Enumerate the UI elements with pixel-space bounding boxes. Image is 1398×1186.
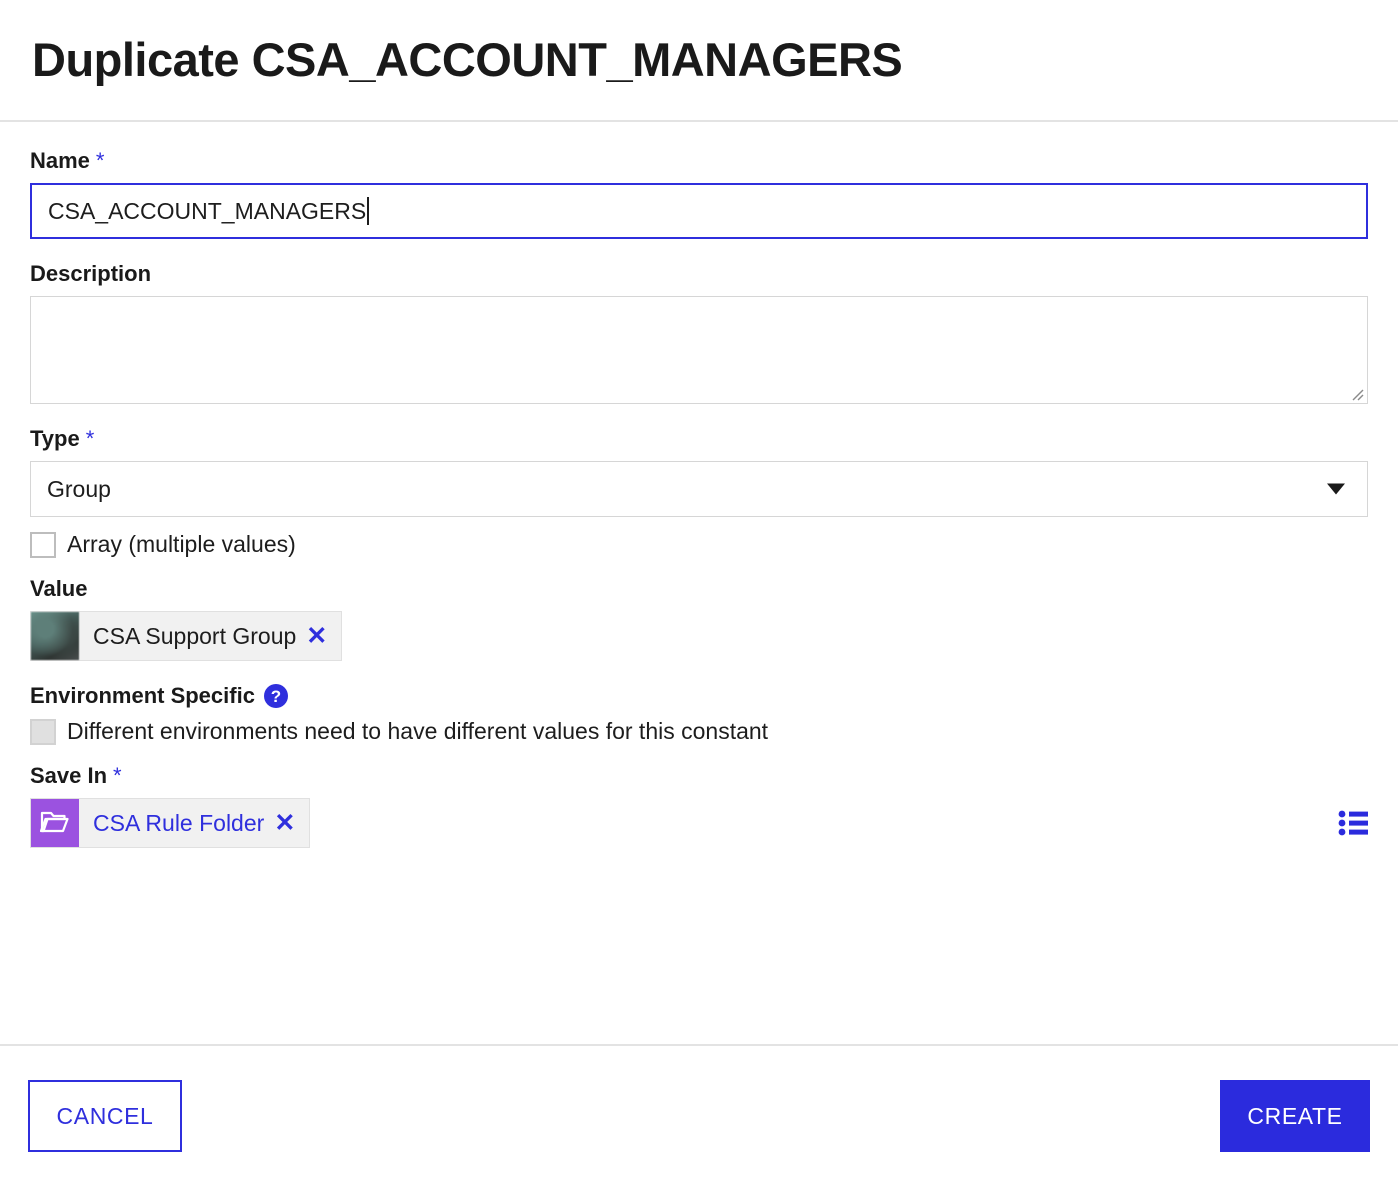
dialog-header: Duplicate CSA_ACCOUNT_MANAGERS <box>0 0 1398 122</box>
value-label-text: Value <box>30 576 88 601</box>
description-field-group: Description <box>30 261 1368 404</box>
save-in-label-text: Save In <box>30 763 108 788</box>
array-checkbox-label: Array (multiple values) <box>67 531 296 557</box>
chevron-down-icon <box>1327 483 1345 495</box>
save-in-chip[interactable]: CSA Rule Folder ✕ <box>30 798 311 848</box>
array-checkbox[interactable] <box>30 531 56 558</box>
save-in-group: Save In * CSA Rule Folder ✕ <box>30 763 1368 848</box>
environment-specific-checkbox <box>30 718 56 745</box>
help-icon[interactable]: ? <box>263 684 288 708</box>
type-selected-value: Group <box>47 475 111 502</box>
array-checkbox-row[interactable]: Array (multiple values) <box>30 531 1368 558</box>
type-label: Type * <box>30 426 1368 452</box>
text-cursor <box>367 197 370 225</box>
dialog-footer: CANCEL CREATE <box>0 1044 1398 1186</box>
page-title: Duplicate CSA_ACCOUNT_MANAGERS <box>32 33 903 87</box>
type-select[interactable]: Group <box>30 461 1368 517</box>
value-chip-label: CSA Support Group <box>93 622 297 649</box>
create-button[interactable]: CREATE <box>1220 1080 1370 1152</box>
environment-specific-checkbox-label: Different environments need to have diff… <box>67 718 769 744</box>
value-field-group: Value CSA Support Group ✕ <box>30 576 1368 665</box>
description-textarea[interactable] <box>30 296 1368 404</box>
save-in-row: CSA Rule Folder ✕ <box>30 798 1368 848</box>
close-icon[interactable]: ✕ <box>306 623 327 649</box>
environment-specific-label-text: Environment Specific <box>30 683 255 708</box>
save-in-chip-label: CSA Rule Folder <box>93 809 265 836</box>
save-in-required-asterisk: * <box>113 763 122 788</box>
description-label: Description <box>30 261 1368 287</box>
environment-specific-group: Environment Specific ? Different environ… <box>30 683 1368 745</box>
name-label: Name * <box>30 148 1368 174</box>
avatar <box>31 612 79 660</box>
type-field-group: Type * Group Array (multiple values) <box>30 426 1368 558</box>
name-label-text: Name <box>30 148 90 173</box>
save-in-label: Save In * <box>30 763 1368 789</box>
dialog-body: Name * CSA_ACCOUNT_MANAGERS Description <box>0 122 1398 1044</box>
type-required-asterisk: * <box>85 426 95 451</box>
name-required-asterisk: * <box>95 148 105 173</box>
value-chip[interactable]: CSA Support Group ✕ <box>30 611 343 661</box>
close-icon[interactable]: ✕ <box>274 810 295 836</box>
cancel-button[interactable]: CANCEL <box>28 1080 182 1152</box>
name-input[interactable]: CSA_ACCOUNT_MANAGERS <box>30 183 1368 239</box>
list-icon[interactable] <box>1338 810 1368 836</box>
value-label: Value <box>30 576 1368 602</box>
resize-handle-icon[interactable] <box>1350 387 1364 401</box>
duplicate-constant-dialog: Duplicate CSA_ACCOUNT_MANAGERS Name * CS… <box>0 0 1398 1186</box>
folder-open-icon <box>31 799 79 847</box>
environment-specific-checkbox-row: Different environments need to have diff… <box>30 718 1368 745</box>
folder-open-glyph <box>40 811 69 833</box>
type-label-text: Type <box>30 426 80 451</box>
description-label-text: Description <box>30 261 152 286</box>
environment-specific-label: Environment Specific ? <box>30 683 1368 709</box>
name-input-value: CSA_ACCOUNT_MANAGERS <box>48 197 367 224</box>
name-field-group: Name * CSA_ACCOUNT_MANAGERS <box>30 148 1368 239</box>
